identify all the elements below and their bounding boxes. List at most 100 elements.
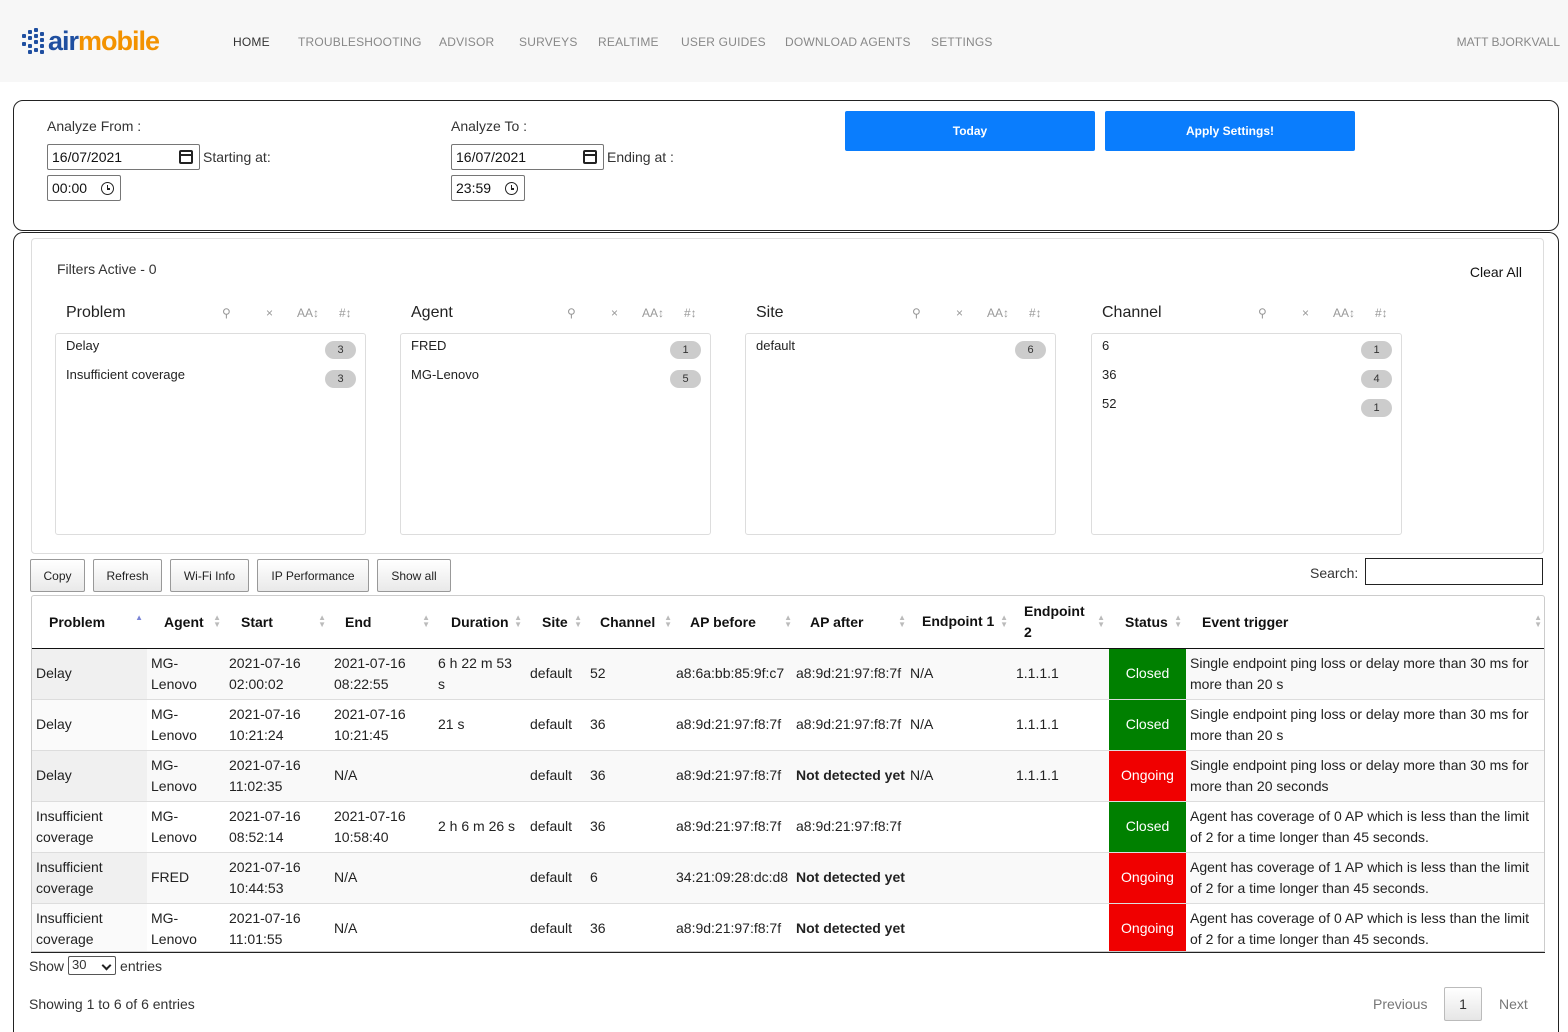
col-header-endpoint-2[interactable]: Endpoint 2 ▲ ▼ xyxy=(1012,596,1109,649)
sort-alpha-icon[interactable]: AA↕ xyxy=(297,306,319,320)
today-button[interactable]: Today xyxy=(845,111,1095,151)
nav-settings[interactable]: SETTINGS xyxy=(931,35,993,49)
col-header-agent[interactable]: Agent ▲ ▼ xyxy=(147,596,225,649)
filter-panel: Filters Active - 0 Clear All Problem ⚲ ×… xyxy=(31,238,1544,554)
sort-icon: ▲ ▼ xyxy=(422,613,430,629)
nav-realtime[interactable]: REALTIME xyxy=(598,35,659,49)
facet-list: FRED 1 MG-Lenovo 5 xyxy=(400,333,711,535)
from-time-input[interactable]: 00:00 xyxy=(47,175,121,201)
table-row[interactable]: Delay MG-Lenovo 2021-07-16 11:02:35 N/A defa… xyxy=(32,749,1544,801)
facet-title: Site xyxy=(756,304,784,321)
clear-icon[interactable]: × xyxy=(266,306,273,320)
clock-icon[interactable] xyxy=(505,182,518,195)
ending-at-label: Ending at : xyxy=(607,149,674,165)
table-row[interactable]: Delay MG-Lenovo 2021-07-16 10:21:24 2021-07… xyxy=(32,698,1544,750)
col-header-ap-before[interactable]: AP before ▲ ▼ xyxy=(676,596,796,649)
table-row[interactable]: Insufficient coverage MG-Lenovo 2021-07-16… xyxy=(32,800,1544,852)
events-table: Problem ▲ Agent ▲ ▼ Start ▲ ▼ End ▲ ▼ Duration ▲… xyxy=(31,595,1545,952)
facet-option[interactable]: Delay 3 xyxy=(66,338,356,362)
sort-count-icon[interactable]: #↕ xyxy=(684,306,697,320)
clear-all-button[interactable]: Clear All xyxy=(1470,264,1522,280)
facet-option[interactable]: 52 1 xyxy=(1102,396,1392,420)
calendar-icon[interactable] xyxy=(583,150,597,164)
sort-icon: ▲ ▼ xyxy=(1174,613,1182,629)
nav-surveys[interactable]: SURVEYS xyxy=(519,35,578,49)
nav-download-agents[interactable]: DOWNLOAD AGENTS xyxy=(785,35,911,49)
col-header-duration[interactable]: Duration ▲ ▼ xyxy=(434,596,526,649)
clear-icon[interactable]: × xyxy=(1302,306,1309,320)
col-header-channel[interactable]: Channel ▲ ▼ xyxy=(586,596,676,649)
facet-option[interactable]: Insufficient coverage 3 xyxy=(66,367,356,391)
facet-option[interactable]: FRED 1 xyxy=(411,338,701,362)
pagination-previous[interactable]: Previous xyxy=(1373,996,1427,1012)
nav-troubleshooting[interactable]: TROUBLESHOOTING xyxy=(298,35,422,49)
table-row[interactable]: Insufficient coverage FRED 2021-07-16 10:4… xyxy=(32,851,1544,903)
airmobile-logo[interactable]: airmobile xyxy=(20,26,160,57)
sort-count-icon[interactable]: #↕ xyxy=(339,306,352,320)
clear-icon[interactable]: × xyxy=(611,306,618,320)
pagination-page-1[interactable]: 1 xyxy=(1444,987,1482,1021)
facet-option[interactable]: default 6 xyxy=(756,338,1046,362)
facet-title: Agent xyxy=(411,304,453,321)
sort-icon: ▲ ▼ xyxy=(213,613,221,629)
col-header-site[interactable]: Site ▲ ▼ xyxy=(526,596,586,649)
clock-icon[interactable] xyxy=(101,182,114,195)
show-all-button[interactable]: Show all xyxy=(377,559,451,592)
status-badge: Closed xyxy=(1109,698,1186,750)
sort-count-icon[interactable]: #↕ xyxy=(1029,306,1042,320)
sort-icon: ▲ ▼ xyxy=(1000,613,1008,629)
col-header-ap-after[interactable]: AP after ▲ ▼ xyxy=(796,596,910,649)
logo-wordmark: airmobile xyxy=(48,26,160,56)
col-header-status[interactable]: Status ▲ ▼ xyxy=(1109,596,1186,649)
search-icon[interactable]: ⚲ xyxy=(222,306,231,320)
table-bottom-border xyxy=(31,952,1545,953)
status-badge: Ongoing xyxy=(1109,749,1186,801)
facet-option[interactable]: MG-Lenovo 5 xyxy=(411,367,701,391)
nav-home[interactable]: HOME xyxy=(233,35,270,49)
sort-ascending-icon: ▲ xyxy=(135,613,143,622)
facet-list: default 6 xyxy=(745,333,1056,535)
main-panel: Filters Active - 0 Clear All Problem ⚲ ×… xyxy=(13,232,1559,1032)
search-icon[interactable]: ⚲ xyxy=(912,306,921,320)
user-menu[interactable]: MATT BJORKVALL xyxy=(1457,35,1560,49)
facet-list: 61 36 4 52 1 xyxy=(1091,333,1402,535)
sort-alpha-icon[interactable]: AA↕ xyxy=(1333,306,1355,320)
filters-active-label: Filters Active - 0 xyxy=(57,261,157,277)
sort-icon: ▲ ▼ xyxy=(574,613,582,629)
col-header-start[interactable]: Start ▲ ▼ xyxy=(225,596,330,649)
navbar: airmobile HOME TROUBLESHOOTING ADVISOR S… xyxy=(0,0,1568,82)
count-badge: 1 xyxy=(1361,341,1392,359)
nav-user-guides[interactable]: USER GUIDES xyxy=(681,35,766,49)
col-header-problem[interactable]: Problem ▲ xyxy=(32,596,147,649)
col-header-event-trigger[interactable]: Event trigger ▲ ▼ xyxy=(1186,596,1544,649)
search-input[interactable] xyxy=(1365,558,1543,585)
status-badge: Closed xyxy=(1109,800,1186,852)
to-time-input[interactable]: 23:59 xyxy=(451,175,525,201)
page-size-control: Show 30 entries xyxy=(29,956,163,975)
facet-option[interactable]: 61 xyxy=(1102,338,1392,362)
search-icon[interactable]: ⚲ xyxy=(567,306,576,320)
facet-option[interactable]: 36 4 xyxy=(1102,367,1392,391)
refresh-button[interactable]: Refresh xyxy=(93,559,162,592)
col-header-endpoint-1[interactable]: Endpoint 1 ▲ ▼ xyxy=(910,596,1012,649)
page-size-select[interactable]: 30 xyxy=(68,956,117,975)
apply-settings-button[interactable]: Apply Settings! xyxy=(1105,111,1355,151)
to-date-input[interactable]: 16/07/2021 xyxy=(451,144,604,170)
count-badge: 1 xyxy=(670,341,701,359)
copy-button[interactable]: Copy xyxy=(30,559,85,592)
sort-alpha-icon[interactable]: AA↕ xyxy=(987,306,1009,320)
table-row[interactable]: Insufficient coverage MG-Lenovo 2021-07-16… xyxy=(32,902,1544,951)
from-date-input[interactable]: 16/07/2021 xyxy=(47,144,200,170)
search-icon[interactable]: ⚲ xyxy=(1258,306,1267,320)
col-header-end[interactable]: End ▲ ▼ xyxy=(330,596,434,649)
pagination-next[interactable]: Next xyxy=(1499,996,1528,1012)
sort-count-icon[interactable]: #↕ xyxy=(1375,306,1388,320)
clear-icon[interactable]: × xyxy=(956,306,963,320)
sort-alpha-icon[interactable]: AA↕ xyxy=(642,306,664,320)
ip-performance-button[interactable]: IP Performance xyxy=(257,559,369,592)
nav-advisor[interactable]: ADVISOR xyxy=(439,35,494,49)
date-range-panel: Analyze From : 16/07/2021 Starting at: 0… xyxy=(13,100,1559,231)
wifi-info-button[interactable]: Wi-Fi Info xyxy=(170,559,249,592)
calendar-icon[interactable] xyxy=(179,150,193,164)
table-row[interactable]: Delay MG-Lenovo 2021-07-16 02:00:02 2021-07… xyxy=(32,647,1544,699)
